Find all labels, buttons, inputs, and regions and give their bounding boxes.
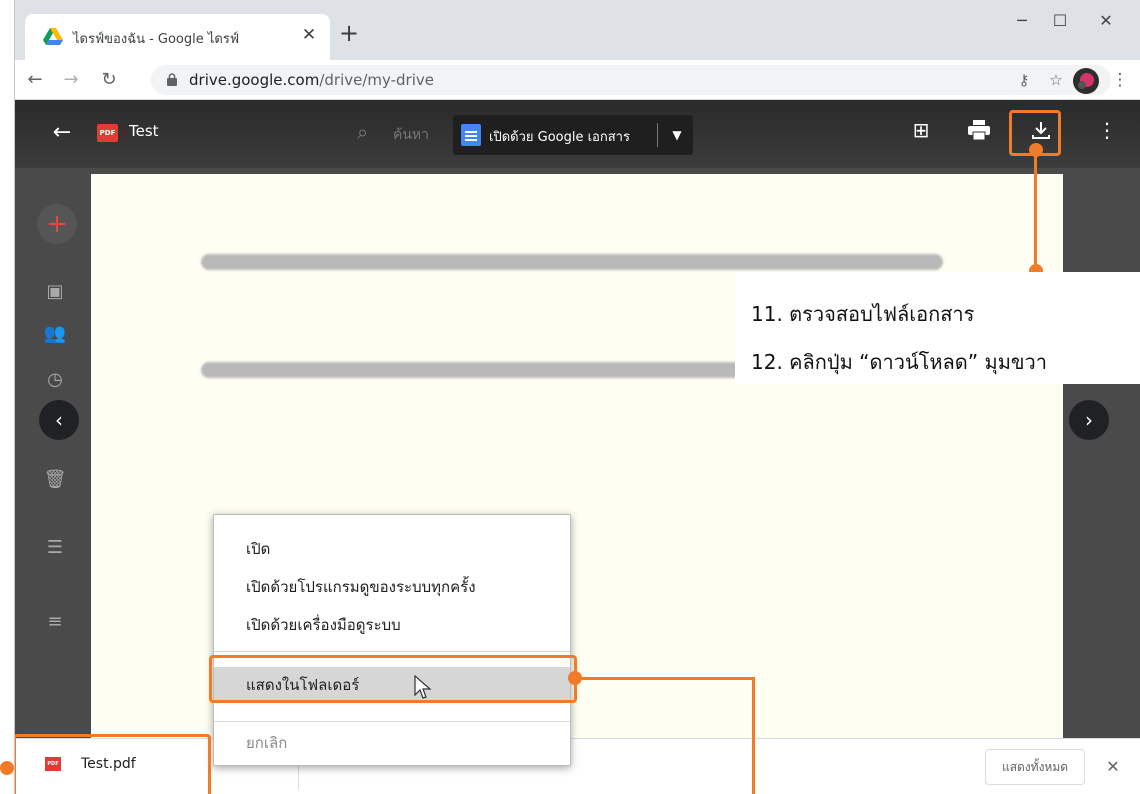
- downloaded-file-highlight-box: [15, 734, 211, 794]
- print-icon[interactable]: [963, 114, 995, 146]
- list-icon: ≡: [47, 611, 63, 632]
- storage-icon: ☰: [46, 537, 64, 558]
- close-viewer-icon[interactable]: ←: [47, 118, 77, 148]
- my-drive-icon: ▣: [46, 281, 64, 302]
- menu-item-open-with-system-viewer[interactable]: เปิดด้วยเครื่องมือดูระบบ: [214, 607, 570, 643]
- forward-icon[interactable]: →: [57, 66, 85, 94]
- search-icon: ⌕: [357, 120, 369, 144]
- close-shelf-icon[interactable]: ✕: [1099, 753, 1127, 781]
- search-placeholder: ค้นหา: [393, 127, 430, 143]
- maximize-icon[interactable]: ☐: [1043, 6, 1077, 36]
- tab-title: ไดรฟ์ของฉัน - Google ไดรฟ์: [73, 32, 240, 47]
- step-11-text: 11. ตรวจสอบไฟล์เอกสาร: [751, 302, 975, 326]
- pdf-file-icon: PDF: [97, 124, 118, 142]
- drive-file-viewer: ← PDF Test ⌕ ค้นหา เปิดด้วย Google เอกสา…: [15, 100, 1140, 738]
- annotation-connector: [1034, 156, 1037, 266]
- google-docs-icon: [461, 124, 481, 146]
- add-comment-icon[interactable]: ⊞: [905, 114, 937, 146]
- dropdown-caret-icon[interactable]: ▼: [665, 123, 689, 147]
- drive-sidebar-ghost: + ▣ 👥 ◷ 🗑 ☰ ≡: [15, 168, 95, 738]
- reload-icon[interactable]: ↻: [95, 66, 123, 94]
- annotation-connector: [752, 677, 755, 794]
- minimize-icon[interactable]: ─: [1005, 6, 1039, 36]
- menu-separator: [214, 721, 570, 722]
- open-with-label: เปิดด้วย Google เอกสาร: [489, 130, 630, 145]
- divider: [657, 123, 658, 147]
- annotation-connector: [577, 677, 755, 680]
- viewer-header: ← PDF Test ⌕ ค้นหา เปิดด้วย Google เอกสา…: [15, 100, 1140, 168]
- password-key-icon[interactable]: ⚷: [1011, 67, 1037, 93]
- tab-strip: ไดรฟ์ของฉัน - Google ไดรฟ์ ✕ + ─ ☐ ✕: [15, 0, 1140, 60]
- show-in-folder-highlight-box: [209, 655, 577, 703]
- instruction-callout: 11. ตรวจสอบไฟล์เอกสาร 12. คลิกปุ่ม “ดาวน…: [735, 272, 1140, 384]
- recent-icon: ◷: [47, 369, 63, 390]
- bookmark-star-icon[interactable]: ☆: [1043, 67, 1069, 93]
- url-path: /drive/my-drive: [319, 71, 434, 89]
- open-with-button[interactable]: เปิดด้วย Google เอกสาร ▼: [453, 115, 693, 155]
- avatar-image: [1078, 73, 1094, 89]
- window-close-icon[interactable]: ✕: [1089, 6, 1123, 36]
- annotation-dot: [0, 761, 14, 775]
- text-placeholder-line: [201, 362, 741, 378]
- new-tab-icon[interactable]: +: [335, 20, 363, 48]
- menu-separator: [214, 651, 570, 652]
- next-file-icon[interactable]: ›: [1069, 400, 1109, 440]
- profile-avatar[interactable]: [1073, 68, 1099, 94]
- tab-close-icon[interactable]: ✕: [298, 24, 320, 46]
- browser-tab[interactable]: ไดรฟ์ของฉัน - Google ไดรฟ์ ✕: [25, 14, 330, 60]
- menu-item-cancel[interactable]: ยกเลิก: [214, 725, 570, 761]
- address-bar[interactable]: drive.google.com/drive/my-drive ⚷ ☆: [151, 65, 1111, 95]
- text-placeholder-line: [201, 254, 943, 270]
- browser-menu-icon[interactable]: ⋮: [1109, 66, 1131, 94]
- url-text: drive.google.com/drive/my-drive: [189, 71, 434, 89]
- step-12-text: 12. คลิกปุ่ม “ดาวน์โหลด” มุมขวา: [751, 350, 1048, 374]
- download-context-menu: เปิด เปิดด้วยโปรแกรมดูของระบบทุกครั้ง เป…: [213, 514, 571, 766]
- viewer-file-name: Test: [129, 122, 159, 140]
- trash-icon: 🗑: [43, 469, 67, 490]
- menu-item-open[interactable]: เปิด: [214, 531, 570, 567]
- show-all-button[interactable]: แสดงทั้งหมด: [985, 749, 1085, 785]
- back-icon[interactable]: ←: [21, 66, 49, 94]
- browser-window: ไดรฟ์ของฉัน - Google ไดรฟ์ ✕ + ─ ☐ ✕ ← →…: [14, 0, 1140, 794]
- annotation-dot: [1029, 143, 1043, 157]
- url-host: drive.google.com: [189, 71, 320, 89]
- browser-toolbar: ← → ↻ drive.google.com/drive/my-drive ⚷ …: [15, 60, 1140, 100]
- google-drive-icon: [43, 28, 63, 45]
- shared-icon: 👥: [43, 323, 67, 344]
- menu-item-always-open-with-system-viewer[interactable]: เปิดด้วยโปรแกรมดูของระบบทุกครั้ง: [214, 569, 570, 605]
- previous-file-icon[interactable]: ‹: [39, 400, 79, 440]
- new-button-icon: +: [37, 204, 77, 244]
- lock-icon: [167, 73, 177, 86]
- more-options-icon[interactable]: ⋮: [1091, 114, 1123, 146]
